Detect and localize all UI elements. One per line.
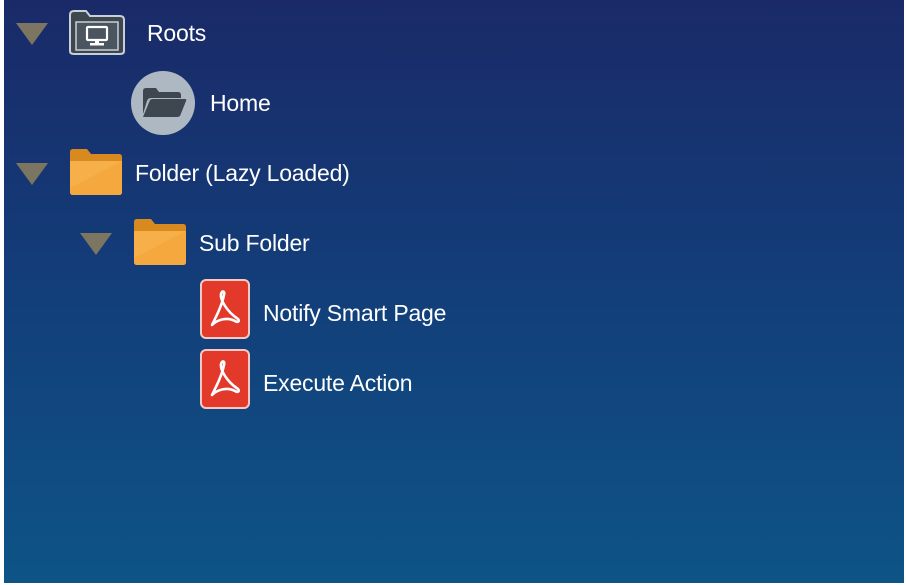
monitor-folder-icon: [69, 10, 125, 55]
tree-node-label: Notify Smart Page: [263, 300, 447, 326]
expand-toggle-icon[interactable]: [16, 163, 48, 185]
pdf-icon: [200, 279, 250, 339]
expand-toggle-icon[interactable]: [80, 233, 112, 255]
tree-node-home[interactable]: Home: [4, 71, 324, 135]
home-folder-icon: [131, 71, 195, 135]
tree-node-label: Execute Action: [263, 370, 413, 396]
tree-node-sub-folder[interactable]: Sub Folder: [4, 215, 364, 271]
tree-node-execute-action[interactable]: Execute Action: [4, 349, 484, 411]
tree-node-roots[interactable]: Roots: [4, 5, 304, 61]
tree-panel: Roots Home Folder (Lazy Loaded) Sub Fold…: [4, 0, 904, 583]
folder-icon: [134, 219, 186, 265]
tree-node-notify-smart-page[interactable]: Notify Smart Page: [4, 279, 524, 341]
expand-toggle-icon[interactable]: [16, 23, 48, 45]
tree-node-label: Home: [210, 90, 271, 116]
tree-node-label: Folder (Lazy Loaded): [135, 160, 350, 186]
pdf-icon: [200, 349, 250, 409]
tree-node-label: Roots: [147, 20, 207, 46]
folder-icon: [70, 149, 122, 195]
tree-node-folder-lazy-loaded[interactable]: Folder (Lazy Loaded): [4, 145, 424, 201]
tree-node-label: Sub Folder: [199, 230, 310, 256]
